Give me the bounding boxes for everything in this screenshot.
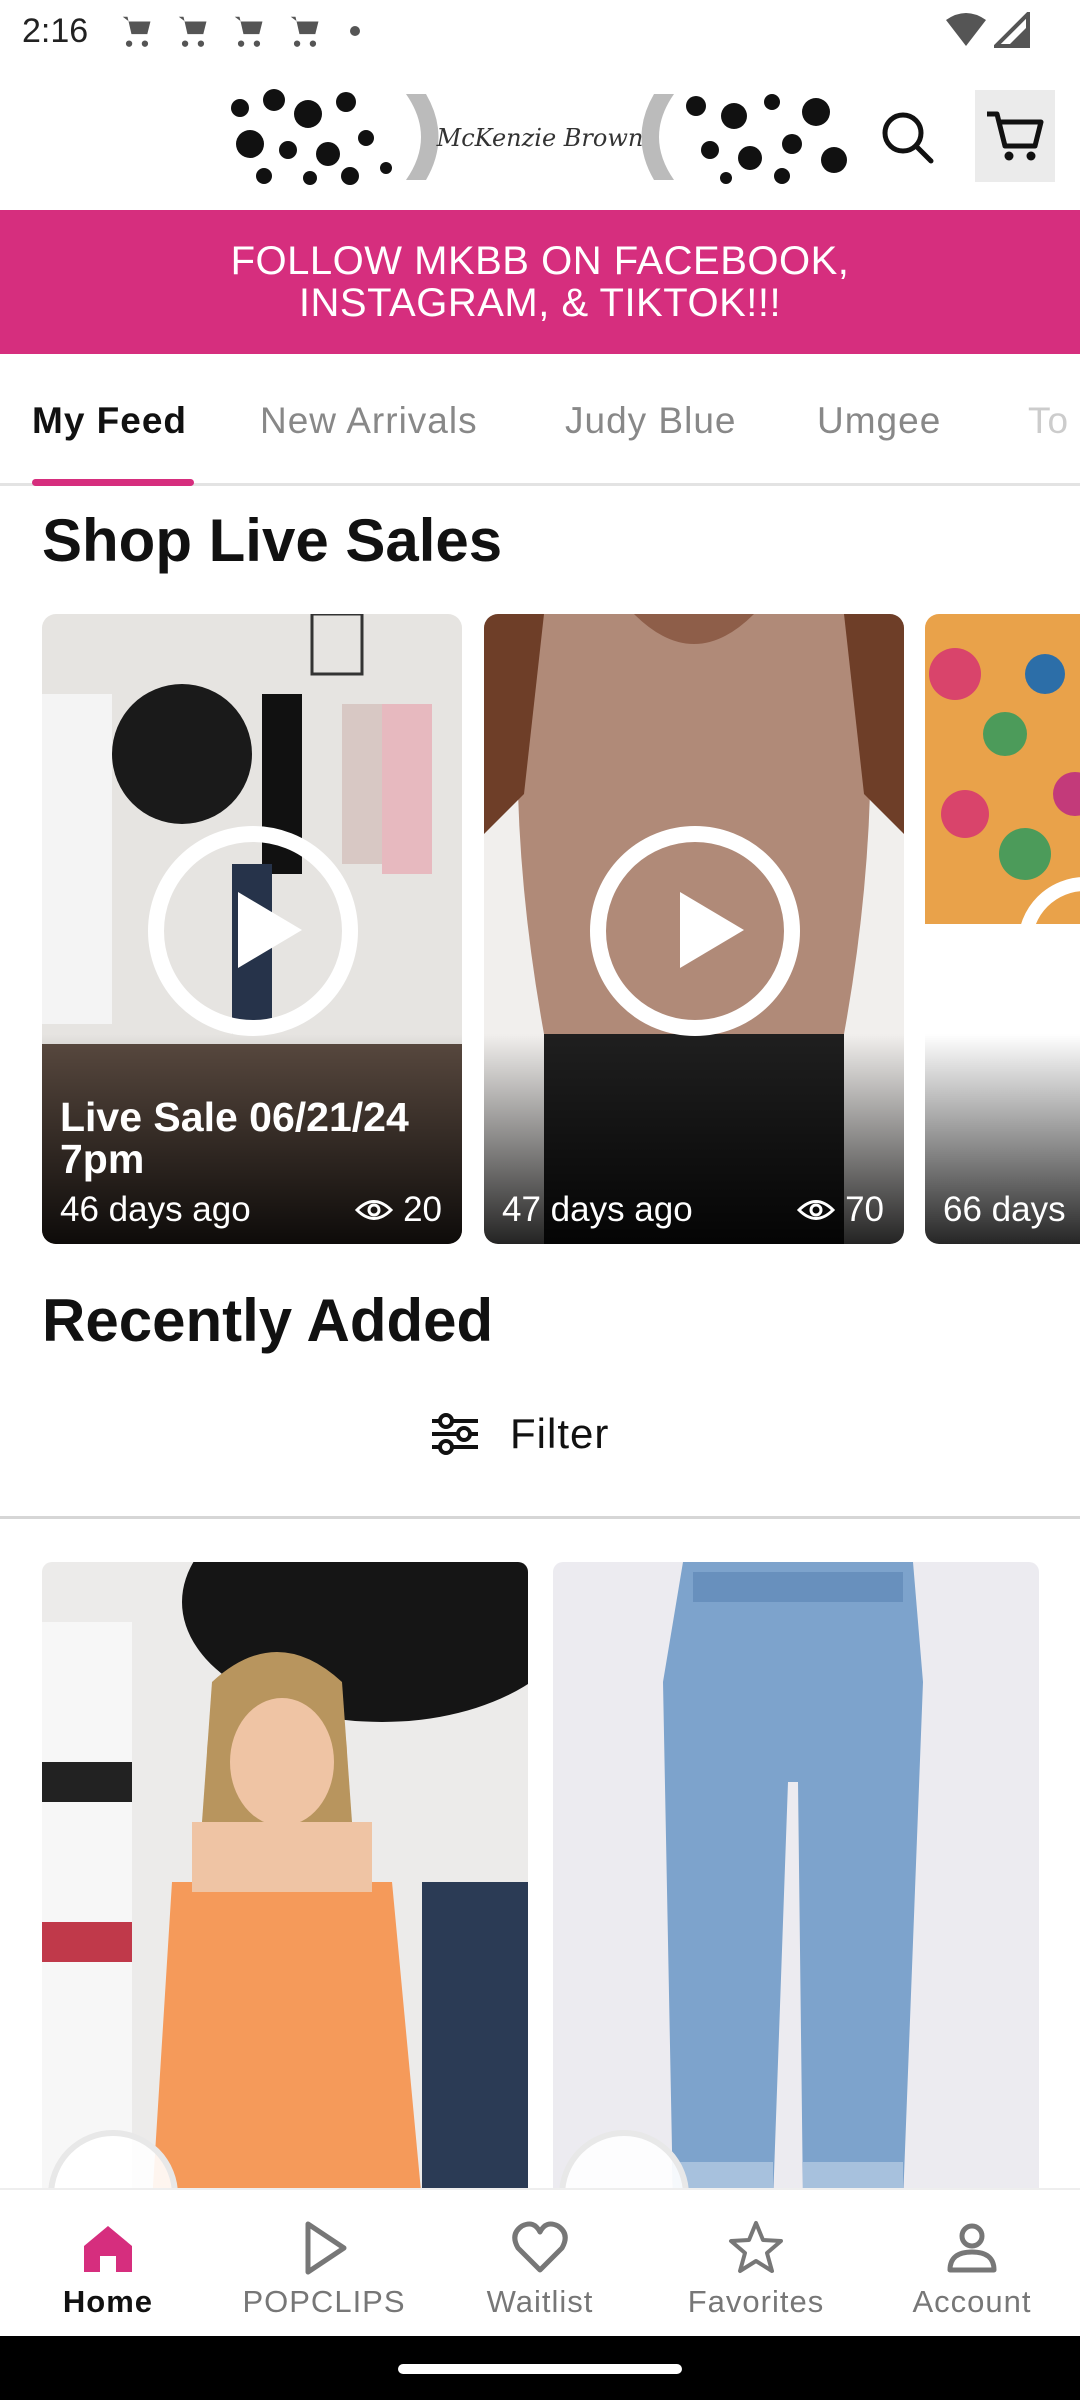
nav-home[interactable]: Home xyxy=(8,2218,208,2320)
nav-home-label: Home xyxy=(62,2284,154,2319)
banner-line-2: INSTAGRAM, & TIKTOK!!! xyxy=(298,281,782,325)
star-icon xyxy=(729,2221,783,2273)
recently-added-title: Recently Added xyxy=(42,1287,494,1354)
more-notifications-dot xyxy=(350,26,360,36)
nav-favorites-label: Favorites xyxy=(687,2284,825,2319)
cart-notification-icon xyxy=(122,16,151,47)
category-tabs: My Feed New Arrivals Judy Blue Umgee To xyxy=(0,354,1080,486)
view-count: 70 xyxy=(797,1190,884,1230)
nav-favorites[interactable]: Favorites xyxy=(656,2218,856,2320)
tab-my-feed[interactable]: My Feed xyxy=(32,400,187,442)
status-time: 2:16 xyxy=(22,12,89,50)
eye-icon xyxy=(355,1200,394,1220)
live-sale-title: Live Sale 06/21/24 7pm xyxy=(60,1094,409,1182)
cart-notification-icon xyxy=(234,16,263,47)
nav-waitlist[interactable]: Waitlist xyxy=(440,2218,640,2320)
play-icon[interactable] xyxy=(590,826,800,1036)
play-icon[interactable] xyxy=(148,826,358,1036)
section-divider xyxy=(0,1516,1080,1519)
wifi-icon xyxy=(946,13,986,46)
filter-button[interactable]: Filter xyxy=(430,1410,609,1458)
promo-banner[interactable]: FOLLOW MKBB ON FACEBOOK, INSTAGRAM, & TI… xyxy=(0,210,1080,354)
product-image xyxy=(42,1562,528,2202)
nav-account[interactable]: Account xyxy=(872,2218,1072,2320)
active-tab-indicator xyxy=(32,479,194,486)
logo-text: McKenzie Brown xyxy=(436,124,644,152)
view-count-value: 70 xyxy=(845,1190,884,1229)
view-count-value: 20 xyxy=(403,1190,442,1229)
live-sale-age: 46 days ago xyxy=(60,1190,251,1229)
nav-popclips[interactable]: POPCLIPS xyxy=(224,2218,424,2320)
product-card[interactable] xyxy=(42,1562,528,2202)
cart-notification-icon xyxy=(290,16,319,47)
nav-account-label: Account xyxy=(912,2284,1032,2319)
filter-icon xyxy=(432,1413,478,1455)
live-sale-age: 47 days ago xyxy=(502,1190,693,1229)
app-header: McKenzie Brown xyxy=(0,62,1080,210)
live-sale-card-partial[interactable]: 66 days xyxy=(925,614,1080,1244)
product-card[interactable] xyxy=(553,1562,1039,2202)
bottom-navigation: Home POPCLIPS Waitlist Favorites Account xyxy=(0,2188,1080,2336)
gesture-bar xyxy=(0,2336,1080,2400)
nav-waitlist-label: Waitlist xyxy=(486,2284,594,2319)
tab-partial[interactable]: To xyxy=(1028,400,1069,442)
notification-icons xyxy=(118,12,360,50)
search-icon xyxy=(882,112,934,164)
nav-popclips-label: POPCLIPS xyxy=(242,2284,406,2319)
heart-icon xyxy=(512,2221,568,2273)
eye-icon xyxy=(797,1200,836,1220)
cart-icon xyxy=(987,111,1044,161)
cart-notification-icon xyxy=(178,16,207,47)
tab-judy-blue[interactable]: Judy Blue xyxy=(565,400,737,442)
product-image xyxy=(553,1562,1039,2202)
system-icons xyxy=(946,12,1030,48)
play-icon xyxy=(305,2221,347,2275)
cart-button[interactable] xyxy=(975,90,1055,182)
banner-line-1: FOLLOW MKBB ON FACEBOOK, xyxy=(230,239,850,283)
tab-umgee[interactable]: Umgee xyxy=(817,400,941,442)
signal-icon xyxy=(994,12,1030,48)
store-logo[interactable]: McKenzie Brown xyxy=(226,88,856,186)
filter-label: Filter xyxy=(510,1410,610,1457)
search-button[interactable] xyxy=(872,102,942,172)
live-sales-title: Shop Live Sales xyxy=(42,507,503,574)
person-icon xyxy=(947,2223,997,2273)
tab-new-arrivals[interactable]: New Arrivals xyxy=(260,400,478,442)
live-sale-card[interactable]: 47 days ago 70 xyxy=(484,614,904,1244)
home-gesture-pill[interactable] xyxy=(398,2364,682,2374)
view-count: 20 xyxy=(355,1190,442,1230)
status-bar: 2:16 xyxy=(0,0,1080,62)
live-sale-card[interactable]: Live Sale 06/21/24 7pm 46 days ago 20 xyxy=(42,614,462,1244)
home-icon xyxy=(84,2226,132,2272)
live-sale-age: 66 days xyxy=(943,1190,1066,1229)
